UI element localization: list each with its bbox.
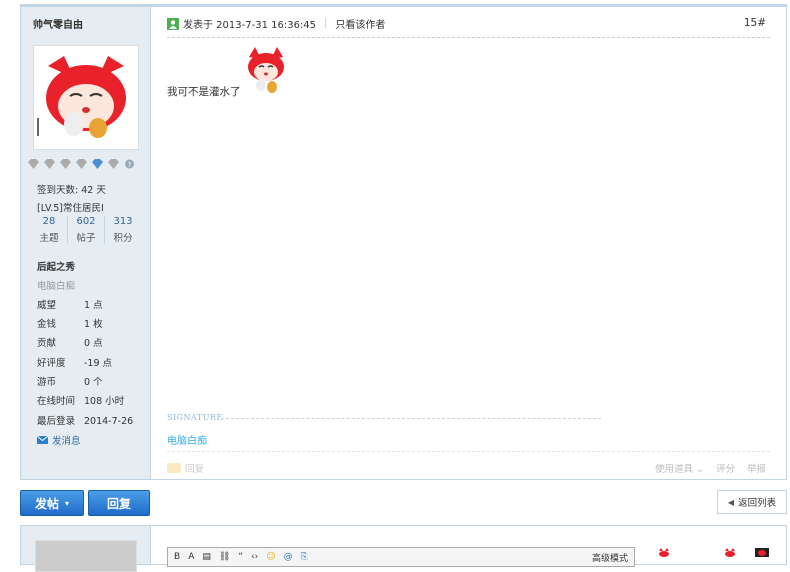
signature-text[interactable]: 电脑白痴 [167, 432, 207, 447]
post-time: 发表于 2013-7-31 16:36:45 [183, 20, 317, 31]
fox-emoticon-icon[interactable] [658, 548, 670, 557]
font-color-icon[interactable]: A [188, 552, 194, 562]
my-avatar [35, 540, 137, 572]
reply-area: B A ▤ ⛓ “ ‹› ☺ @ ⎘ 高级模式 [20, 525, 787, 572]
diamond-icon [28, 159, 39, 169]
svg-text:?: ? [128, 161, 132, 169]
post-content: 我可不是灌水了 [167, 86, 241, 98]
diamond-icon [108, 159, 119, 169]
prop-row: 最后登录 2014-7-26 [37, 416, 134, 427]
prop-row: 好评度 -19 点 [37, 358, 113, 369]
prop-row: 游币 0 个 [37, 377, 103, 388]
back-to-list-button[interactable]: ◀ 返回列表 [717, 490, 787, 514]
send-message-link[interactable]: 发消息 [37, 433, 81, 447]
divider [167, 37, 770, 38]
user-level[interactable]: [LV.5]常住居民I [37, 200, 104, 214]
fox-emoticon-icon[interactable] [755, 548, 769, 557]
custom-title: 电脑白痴 [37, 281, 76, 292]
reply-link[interactable]: 回复 [167, 461, 204, 475]
signature-divider [221, 418, 601, 419]
crown-icon [92, 159, 103, 169]
post-actions: 使用道具 ⌄ 评分 举报 [655, 461, 766, 475]
floor-number[interactable]: 15# [744, 17, 766, 29]
bold-icon[interactable]: B [174, 552, 180, 562]
avatar[interactable] [33, 45, 139, 150]
post-main: 发表于 2013-7-31 16:36:45 | 只看该作者 15# 我可不是灌… [151, 7, 786, 479]
prop-row: 在线时间 108 小时 [37, 396, 125, 407]
help-icon[interactable]: ? [123, 159, 136, 169]
advanced-mode-link[interactable]: 高级模式 [592, 551, 628, 564]
reply-button[interactable]: 回复 [88, 490, 150, 516]
author-sidebar: 帅气零自由 ? 签到天数: 42 天 [LV.5]常住居民I 28 主题 602… [21, 7, 151, 479]
user-group: 后起之秀 [37, 262, 76, 273]
mail-icon [37, 436, 48, 444]
stat-posts[interactable]: 602 帖子 [68, 216, 105, 244]
divider [167, 451, 770, 452]
link-icon[interactable]: ⛓ [219, 552, 230, 562]
checkin-days: 签到天数: 42 天 [37, 185, 106, 196]
chevron-left-icon: ◀ [727, 497, 735, 507]
prop-row: 金钱 1 枚 [37, 319, 103, 330]
attach-icon[interactable]: ⎘ [301, 552, 308, 562]
stat-points[interactable]: 313 积分 [105, 216, 141, 244]
at-icon[interactable]: @ [284, 552, 293, 562]
rate-link[interactable]: 评分 [716, 461, 735, 475]
user-stats: 28 主题 602 帖子 313 积分 [31, 216, 141, 244]
code-icon[interactable]: ‹› [251, 552, 258, 562]
diamond-icon [76, 159, 87, 169]
new-post-button[interactable]: 发帖 ▾ [20, 490, 84, 516]
prop-row: 贡献 0 点 [37, 338, 103, 349]
post-meta: 发表于 2013-7-31 16:36:45 | 只看该作者 [167, 16, 385, 31]
level-icons: ? [27, 159, 136, 169]
stat-topics[interactable]: 28 主题 [31, 216, 68, 244]
fox-avatar-icon [34, 46, 138, 149]
reply-sidebar [21, 526, 151, 572]
post-card: 帅气零自由 ? 签到天数: 42 天 [LV.5]常住居民I 28 主题 602… [20, 4, 787, 480]
prop-row: 威望 1 点 [37, 300, 103, 311]
use-tools-menu[interactable]: 使用道具 ⌄ [655, 461, 704, 475]
online-user-icon [167, 17, 179, 30]
smiley-icon[interactable]: ☺ [266, 552, 275, 562]
chevron-down-icon: ⌄ [696, 464, 704, 475]
format-icon[interactable]: ▤ [202, 552, 211, 562]
author-only-link[interactable]: 只看该作者 [335, 16, 385, 31]
report-link[interactable]: 举报 [747, 461, 766, 475]
diamond-icon [60, 159, 71, 169]
author-name[interactable]: 帅气零自由 [33, 16, 83, 31]
quote-icon[interactable]: “ [238, 552, 243, 562]
signature-heading: SIGNATURE [167, 413, 223, 422]
editor-toolbar: B A ▤ ⛓ “ ‹› ☺ @ ⎘ 高级模式 [167, 547, 635, 567]
fox-emoticon-icon[interactable] [724, 548, 736, 557]
fox-emoticon-icon [248, 47, 284, 93]
reply-icon [167, 463, 181, 473]
diamond-icon [44, 159, 55, 169]
chevron-down-icon: ▾ [65, 498, 70, 508]
